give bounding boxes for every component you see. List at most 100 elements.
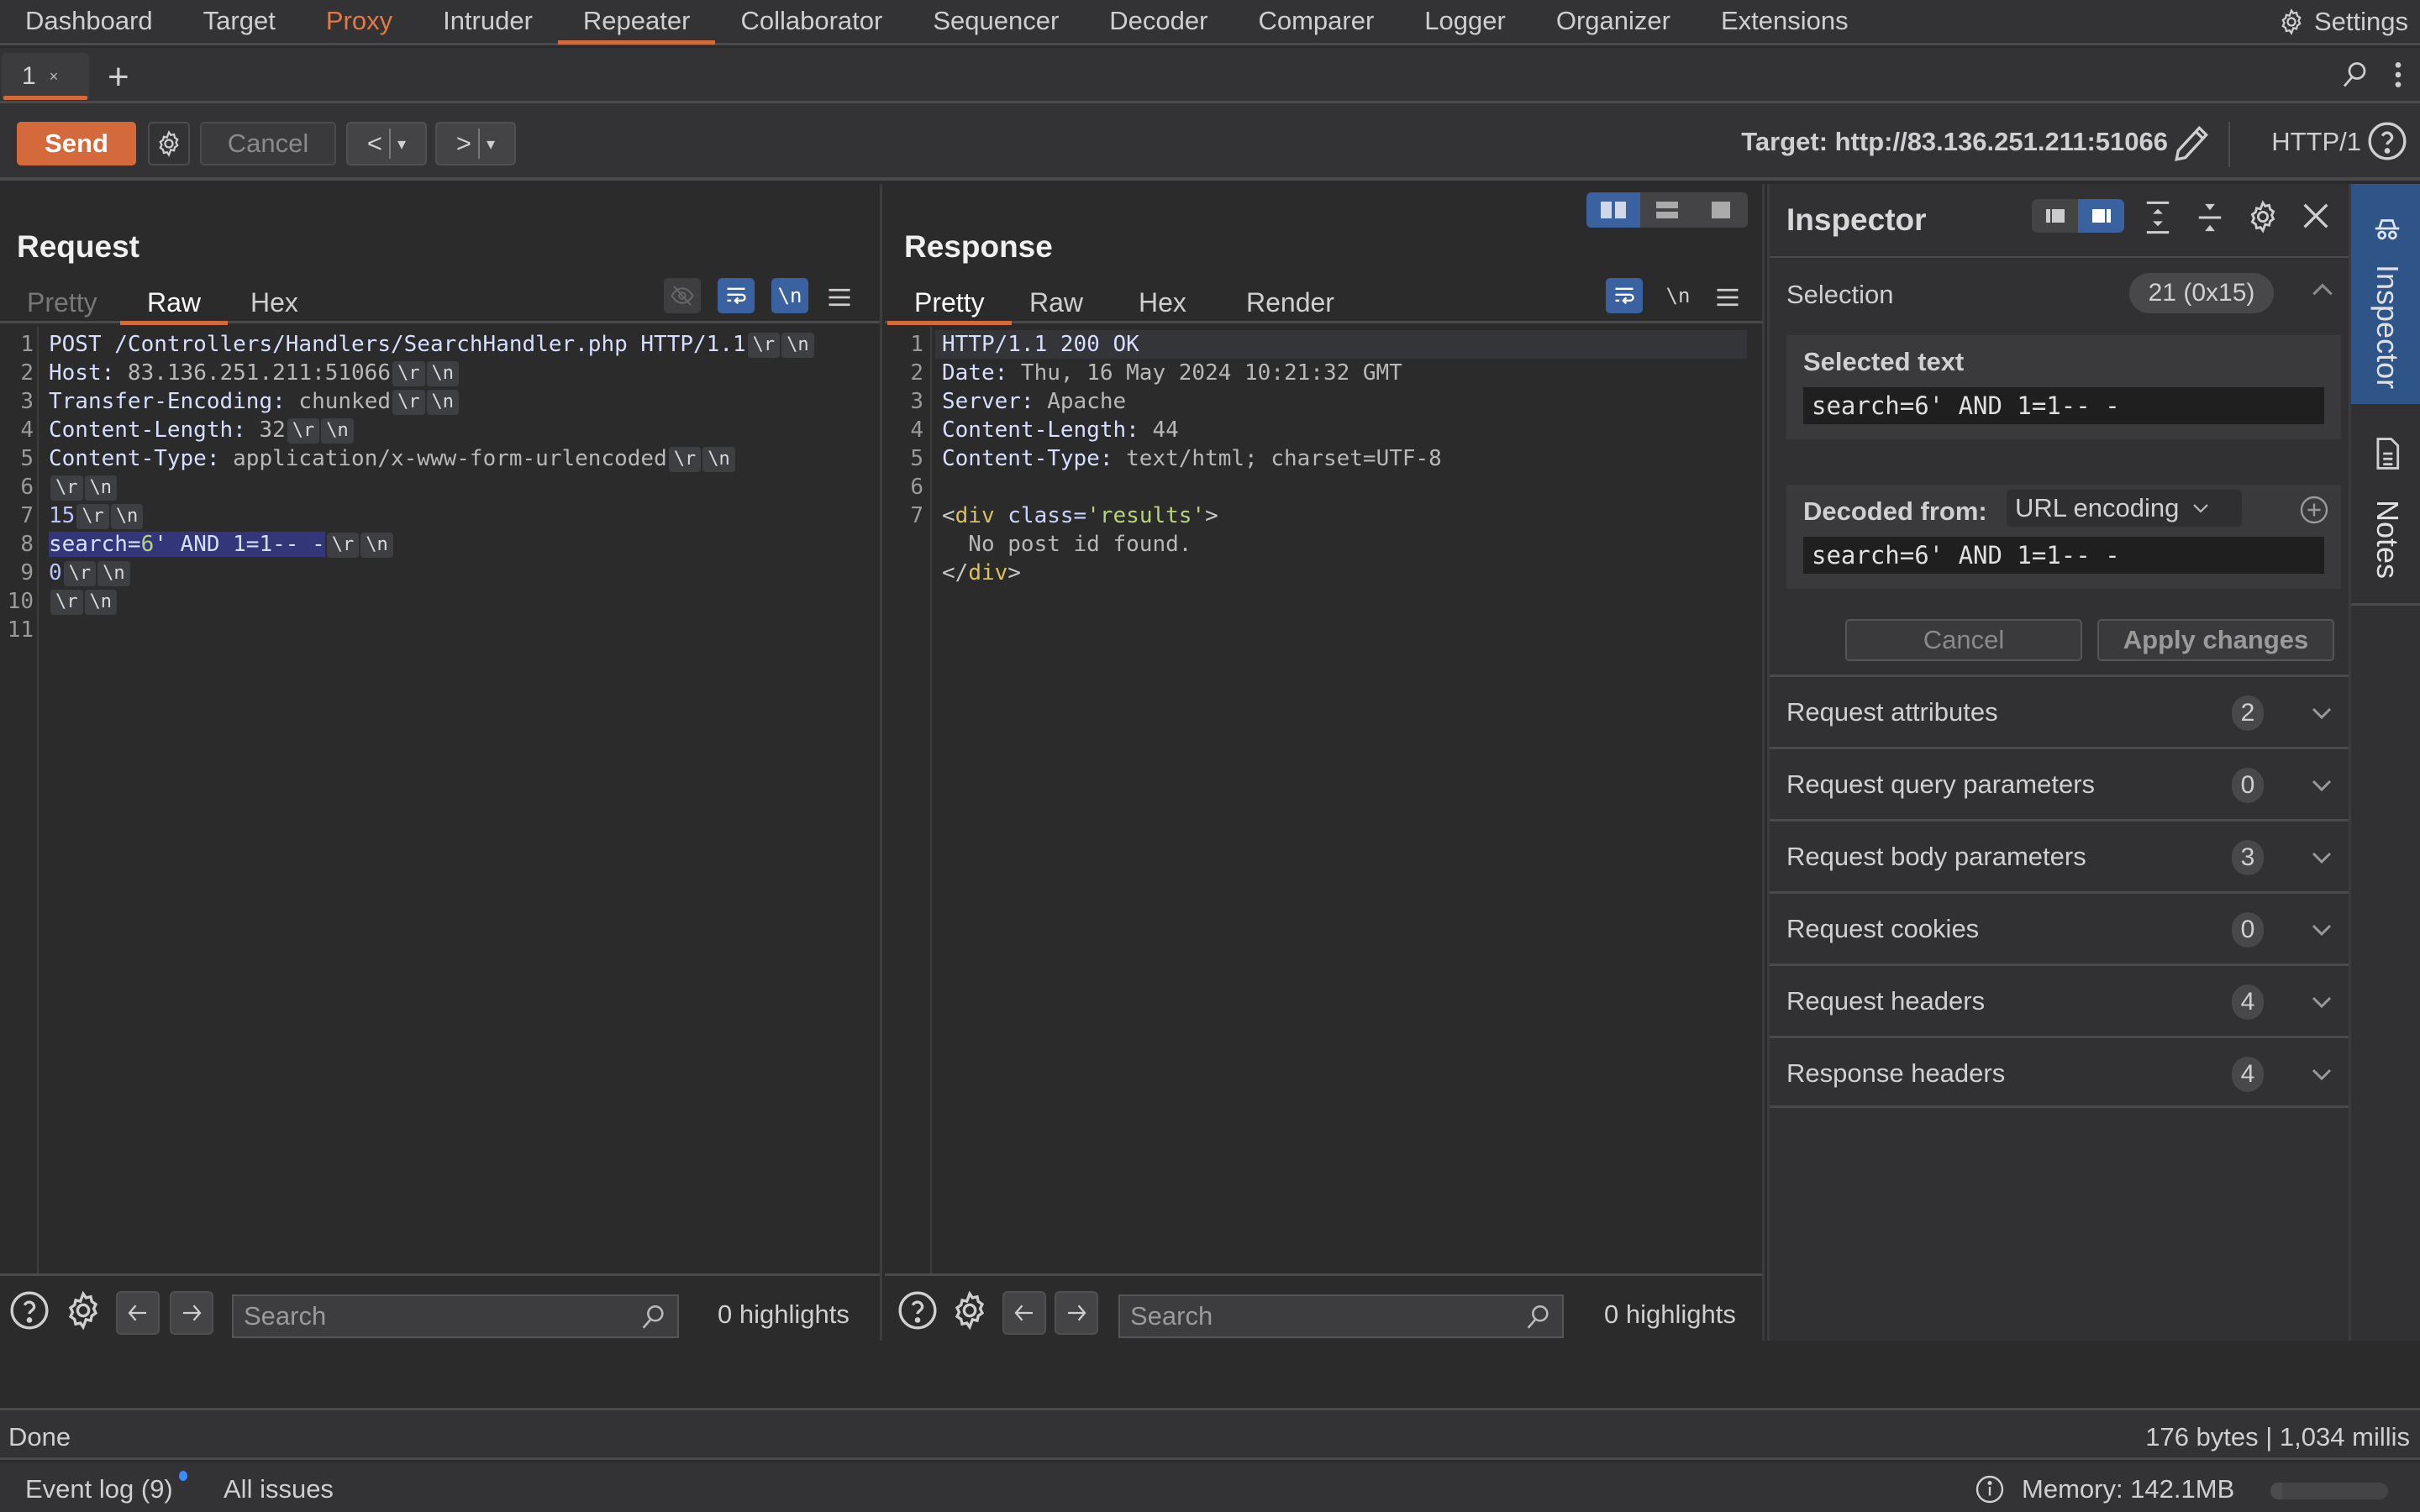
selection-label: Selection	[1786, 280, 1894, 309]
inspector-dock-right-button[interactable]	[2078, 199, 2124, 233]
line-content: <div class='results'>	[942, 501, 1218, 530]
request-editor[interactable]: 1 POST /Controllers/Handlers/SearchHandle…	[0, 327, 880, 1273]
dropdown-icon[interactable]: ▾	[487, 134, 495, 155]
nav-extensions[interactable]: Extensions	[1696, 0, 1874, 43]
gear-icon[interactable]	[62, 1289, 104, 1331]
send-settings-button[interactable]	[148, 122, 190, 165]
tab-hex[interactable]: Hex	[224, 281, 325, 323]
nav-dashboard[interactable]: Dashboard	[0, 0, 178, 43]
close-icon[interactable]	[2299, 199, 2333, 233]
chevron-down-icon[interactable]	[2309, 917, 2334, 942]
line-content: 0 \r \n	[49, 559, 130, 587]
event-log-button[interactable]: Event log (9)	[25, 1474, 173, 1504]
all-issues-button[interactable]: All issues	[224, 1474, 334, 1504]
response-editor[interactable]: 1 HTTP/1.1 200 OK 2 Date: Thu, 16 May 2024 …	[885, 327, 1762, 1273]
tab-pretty[interactable]: Pretty	[0, 281, 124, 323]
tab-raw[interactable]: Raw	[120, 281, 229, 325]
hamburger-menu-icon[interactable]	[827, 286, 852, 308]
single-pane-icon	[1712, 202, 1730, 218]
help-icon[interactable]	[2366, 120, 2408, 162]
line-number: 5	[910, 446, 923, 471]
decoding-select[interactable]: URL encoding	[2007, 490, 2242, 527]
collapse-all-icon[interactable]	[2195, 199, 2225, 236]
settings-button[interactable]: Settings	[2277, 0, 2408, 44]
close-tab-icon[interactable]: ×	[50, 68, 59, 86]
info-icon[interactable]	[1975, 1474, 2005, 1504]
code-line: 8 search=6' AND 1=1-- - \r \n	[0, 530, 880, 559]
tab-raw[interactable]: Raw	[1002, 281, 1110, 323]
add-decoding-icon[interactable]	[2299, 495, 2329, 525]
help-icon[interactable]	[897, 1289, 939, 1331]
nav-decoder[interactable]: Decoder	[1084, 0, 1233, 43]
request-search-input[interactable]: Search	[232, 1294, 679, 1338]
nav-target[interactable]: Target	[178, 0, 301, 43]
line-content: Content-Length: 32 \r \n	[49, 416, 354, 444]
hamburger-menu-icon[interactable]	[1715, 286, 1740, 308]
inspector-section-request-query-parameters[interactable]: Request query parameters 0	[1770, 747, 2349, 819]
decoded-text-field[interactable]: search=6' AND 1=1-- -	[1803, 537, 2324, 574]
chevron-down-icon[interactable]	[2309, 701, 2334, 726]
help-icon[interactable]	[8, 1289, 50, 1331]
inspector-section-request-headers[interactable]: Request headers 4	[1770, 963, 2349, 1036]
search-icon[interactable]	[2339, 60, 2370, 90]
chevron-down-icon[interactable]	[2309, 845, 2334, 870]
search-next-button[interactable]	[170, 1291, 213, 1335]
gear-icon[interactable]	[949, 1289, 991, 1331]
nav-logger[interactable]: Logger	[1399, 0, 1531, 43]
layout-single-button[interactable]	[1694, 192, 1748, 228]
selected-text-field[interactable]: search=6' AND 1=1-- -	[1803, 387, 2324, 424]
inspector-section-request-cookies[interactable]: Request cookies 0	[1770, 891, 2349, 963]
chevron-down-icon[interactable]	[2309, 990, 2334, 1015]
more-vertical-icon[interactable]	[2391, 58, 2405, 92]
show-newlines-toggle[interactable]: \n	[1660, 278, 1697, 313]
chevron-down-icon[interactable]	[2309, 1062, 2334, 1087]
nav-organizer[interactable]: Organizer	[1531, 0, 1696, 43]
word-wrap-toggle[interactable]	[1606, 278, 1643, 313]
dropdown-icon[interactable]: ▾	[397, 134, 406, 155]
inspector-section-request-body-parameters[interactable]: Request body parameters 3	[1770, 819, 2349, 891]
nav-sequencer[interactable]: Sequencer	[908, 0, 1084, 43]
word-wrap-toggle[interactable]	[718, 278, 755, 313]
show-newlines-toggle[interactable]: \n	[771, 278, 808, 313]
search-previous-button[interactable]	[1002, 1291, 1046, 1335]
section-label: Request headers	[1786, 986, 1986, 1016]
http-version-toggle[interactable]: HTTP/1	[2271, 127, 2361, 157]
rail-notes-tab[interactable]: Notes	[2351, 404, 2420, 606]
chevron-up-icon[interactable]	[2309, 276, 2336, 303]
nav-intruder[interactable]: Intruder	[418, 0, 558, 43]
header-name: 15	[49, 503, 76, 528]
line-content: Content-Type: text/html; charset=UTF-8	[942, 444, 1442, 473]
layout-side-by-side-button[interactable]	[1586, 192, 1640, 228]
inspector-dock-left-button[interactable]	[2032, 199, 2078, 233]
history-back-button[interactable]: < ▾	[346, 122, 427, 165]
gear-icon[interactable]	[2245, 199, 2281, 234]
nav-proxy[interactable]: Proxy	[301, 0, 418, 43]
nav-comparer[interactable]: Comparer	[1233, 0, 1399, 43]
repeater-tab-1[interactable]: 1 ×	[2, 53, 89, 100]
add-tab-button[interactable]: +	[108, 56, 129, 98]
history-forward-button[interactable]: > ▾	[435, 122, 516, 165]
inspector-section-response-headers[interactable]: Response headers 4	[1770, 1036, 2349, 1108]
nav-repeater[interactable]: Repeater	[557, 0, 716, 45]
expand-all-icon[interactable]	[2143, 199, 2173, 236]
search-next-button[interactable]	[1055, 1291, 1098, 1335]
rail-inspector-tab[interactable]: Inspector	[2351, 184, 2420, 404]
inspector-cancel-button[interactable]: Cancel	[1845, 619, 2082, 661]
lf-marker: \n	[110, 504, 144, 529]
search-previous-button[interactable]	[116, 1291, 160, 1335]
chevron-down-icon[interactable]	[2309, 773, 2334, 798]
send-button[interactable]: Send	[17, 122, 136, 165]
nav-collaborator[interactable]: Collaborator	[715, 0, 908, 43]
tab-pretty[interactable]: Pretty	[887, 281, 1012, 325]
response-search-input[interactable]: Search	[1118, 1294, 1564, 1338]
decoding-select-value: URL encoding	[2015, 493, 2180, 522]
tab-render[interactable]: Render	[1219, 281, 1361, 323]
pencil-icon[interactable]	[2171, 122, 2213, 165]
tab-hex[interactable]: Hex	[1112, 281, 1213, 323]
apply-changes-button[interactable]: Apply changes	[2097, 619, 2334, 661]
layout-stacked-button[interactable]	[1640, 192, 1694, 228]
highlights-count: 0 highlights	[1604, 1299, 1736, 1329]
hide-nonprintable-toggle[interactable]	[664, 278, 701, 313]
cancel-button[interactable]: Cancel	[200, 122, 336, 165]
inspector-section-request-attributes[interactable]: Request attributes 2	[1770, 675, 2349, 747]
